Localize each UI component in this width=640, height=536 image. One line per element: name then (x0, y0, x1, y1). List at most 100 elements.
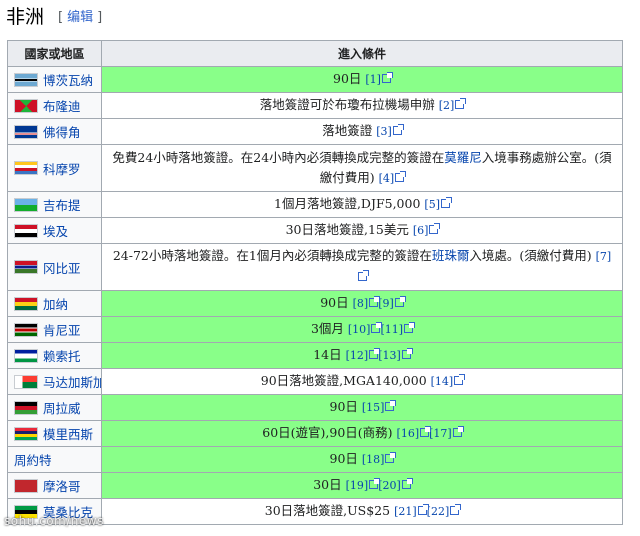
reference-link[interactable]: [4] (379, 170, 407, 185)
reference-link[interactable]: [13] (378, 348, 413, 362)
requirement-cell: 30日 [19] [20] (101, 472, 623, 499)
external-link-icon (404, 322, 416, 333)
reference-link[interactable]: [17] (429, 426, 464, 440)
table-row: 吉布提 1個月落地簽證,DJF5,000 [5] (7, 191, 623, 218)
madagascar-flag-icon[interactable] (14, 374, 38, 389)
table-row: 博茨瓦纳 90日 [1] (7, 66, 623, 93)
cape-verde-flag-icon[interactable] (14, 124, 38, 139)
country-link[interactable]: 模里西斯 (43, 427, 93, 442)
country-link[interactable]: 冈比亚 (43, 261, 81, 276)
country-cell: 模里西斯 (7, 420, 102, 447)
country-cell: 肯尼亚 (7, 316, 102, 343)
requirement-cell: 90日落地簽證,MGA140,000 [14] (101, 368, 623, 395)
external-link-icon (395, 170, 407, 182)
column-header-country[interactable]: 國家或地區 (7, 40, 102, 67)
gambia-flag-icon[interactable] (14, 260, 38, 274)
external-link-icon (420, 426, 432, 437)
country-cell: 加纳 (7, 290, 102, 317)
column-header-requirement[interactable]: 進入條件 (101, 40, 623, 67)
place-link[interactable]: 班珠爾 (432, 248, 470, 263)
external-link-icon (401, 348, 413, 359)
requirement-text: 14日 (313, 347, 346, 362)
section-heading: 非洲 [编辑] (0, 0, 640, 34)
place-link[interactable]: 莫羅尼 (444, 150, 482, 165)
table-row: 佛得角 落地簽證 [3] (7, 118, 623, 145)
kenya-flag-icon[interactable] (14, 322, 38, 337)
country-link[interactable]: 赖索托 (43, 349, 81, 364)
requirement-cell: 24-72小時落地簽證。在1個月內必須轉換成完整的簽證在班珠爾入境處。(須繳付費… (101, 243, 623, 291)
requirement-text: 30日落地簽證,US$25 (264, 503, 395, 518)
reference-link[interactable]: [19] (346, 478, 381, 492)
external-link-icon (417, 504, 429, 515)
reference-link[interactable]: [16] (397, 426, 432, 440)
country-link[interactable]: 埃及 (43, 224, 68, 239)
requirement-text: 30日 (313, 477, 346, 492)
reference-link[interactable]: [22] (427, 504, 462, 518)
edit-link[interactable]: 编辑 (67, 10, 93, 25)
table-row: 加纳 90日 [8] [9] (7, 290, 623, 317)
reference-link[interactable]: [9] (378, 296, 406, 310)
external-link-icon (441, 197, 452, 208)
table-row: 周約特 90日 [18] (7, 446, 623, 473)
reference-link[interactable]: [10] (348, 322, 383, 336)
country-link[interactable]: 加纳 (43, 297, 68, 312)
country-cell: 埃及 (7, 217, 102, 244)
comoros-flag-icon[interactable] (14, 161, 38, 175)
reference-link[interactable]: [18] (362, 452, 397, 466)
table-row: 周拉威 90日 [15] (7, 394, 623, 421)
country-link[interactable]: 布隆迪 (43, 99, 81, 114)
reference-link[interactable]: [14] (431, 374, 466, 388)
country-link[interactable]: 马达加斯加 (43, 375, 101, 390)
djibouti-flag-icon[interactable] (14, 197, 38, 212)
table-row: 摩洛哥 30日 [19] [20] (7, 472, 623, 499)
mauritius-flag-icon[interactable] (14, 426, 38, 441)
botswana-flag-icon[interactable] (14, 72, 38, 87)
country-link[interactable]: 吉布提 (43, 198, 81, 213)
external-link-icon (455, 98, 467, 109)
country-link[interactable]: 佛得角 (43, 125, 81, 140)
external-link-icon (385, 452, 397, 463)
edit-section: [编辑] (58, 10, 103, 25)
ghana-flag-icon[interactable] (14, 296, 38, 311)
country-link[interactable]: 科摩罗 (43, 162, 81, 177)
table-row: 布隆迪 落地簽證可於布瓊布拉機場申辦 [2] (7, 92, 623, 119)
country-cell: 佛得角 (7, 118, 102, 145)
reference-link[interactable]: [3] (376, 124, 404, 138)
requirement-cell: 落地簽證可於布瓊布拉機場申辦 [2] (101, 92, 623, 119)
country-link[interactable]: 博茨瓦纳 (43, 73, 93, 88)
requirement-text: 3個月 (310, 321, 348, 336)
table-row: 科摩罗 免費24小時落地簽證。在24小時內必須轉換成完整的簽證在莫羅尼入境事務處辦… (7, 144, 623, 192)
reference-link[interactable]: [20] (378, 478, 413, 492)
reference-link[interactable]: [15] (362, 400, 397, 414)
malawi-flag-icon[interactable] (14, 400, 38, 415)
requirement-text: 90日 (329, 451, 362, 466)
external-link-icon (429, 223, 441, 234)
requirement-text: 24-72小時落地簽證。在1個月內必須轉換成完整的簽證在 (112, 248, 432, 263)
egypt-flag-icon[interactable] (14, 223, 38, 238)
reference-link[interactable]: [6] (413, 223, 441, 237)
requirement-cell: 90日 [8] [9] (101, 290, 623, 317)
reference-link[interactable]: [21] (394, 504, 429, 518)
country-link[interactable]: 肯尼亚 (43, 323, 81, 338)
reference-link[interactable]: [11] (380, 322, 416, 336)
country-link[interactable]: 周拉威 (43, 401, 81, 416)
country-link[interactable]: 周約特 (14, 453, 52, 468)
reference-link[interactable]: [1] (365, 72, 393, 86)
requirement-text: 60日(遊官),90日(商務) (262, 425, 397, 440)
reference-link[interactable]: [8] (353, 296, 381, 310)
reference-link[interactable]: [5] (424, 197, 452, 211)
country-cell: 马达加斯加 (7, 368, 102, 395)
requirement-text: 90日落地簽證,MGA140,000 (260, 373, 431, 388)
burundi-flag-icon[interactable] (14, 98, 38, 113)
external-link-icon (381, 72, 393, 83)
requirement-text: 落地簽證 (322, 123, 377, 138)
country-cell: 摩洛哥 (7, 472, 102, 499)
reference-link[interactable]: [12] (346, 348, 381, 362)
requirement-text: 1個月落地簽證,DJF5,000 (274, 196, 425, 211)
morocco-flag-icon[interactable] (14, 478, 38, 493)
country-cell: 周拉威 (7, 394, 102, 421)
reference-link[interactable]: [2] (439, 98, 467, 112)
country-link[interactable]: 摩洛哥 (43, 479, 81, 494)
lesotho-flag-icon[interactable] (14, 348, 38, 363)
external-link-icon (401, 478, 413, 489)
